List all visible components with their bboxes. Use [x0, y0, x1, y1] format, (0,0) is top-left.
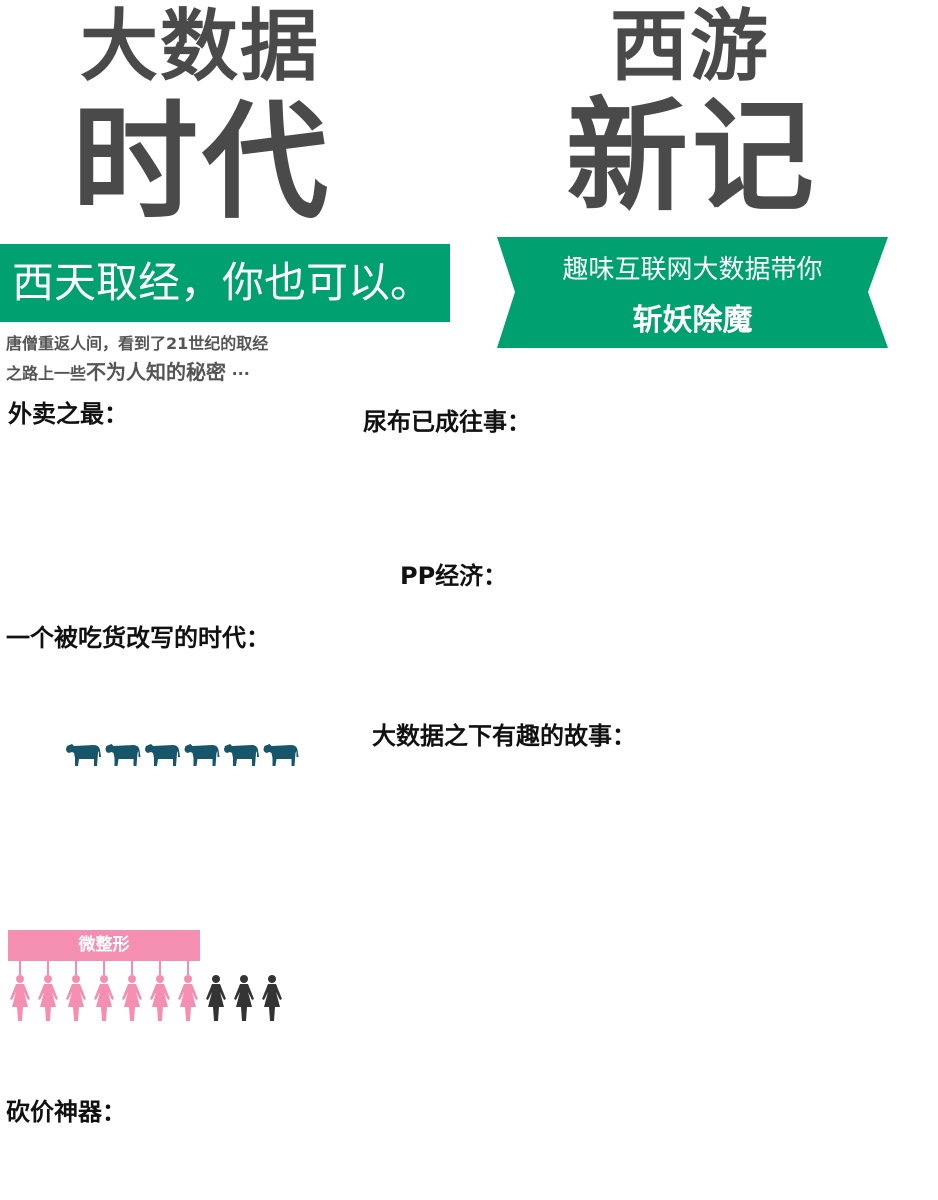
woman-icon [206, 975, 226, 1021]
woman-icon-highlighted [94, 961, 114, 1021]
title-left-line1: 大数据 [80, 2, 321, 92]
subtext: 唐僧重返人间，看到了21世纪的取经 之路上一些不为人知的秘密 ··· [6, 330, 268, 388]
cow-icon [105, 744, 141, 766]
section-heading-kanjia: 砍价神器： [6, 1098, 126, 1126]
cow-icon [224, 744, 259, 766]
section-heading-story: 大数据之下有趣的故事： [372, 722, 636, 750]
women-pictogram-row [10, 961, 282, 1021]
subtext-part3: 不为人知的秘密 [86, 360, 227, 384]
woman-icon-highlighted [178, 961, 198, 1021]
subtext-part2: 之路上一些 [6, 364, 87, 383]
woman-icon-highlighted [10, 961, 30, 1021]
woman-icon-highlighted [122, 961, 142, 1021]
title-right-line2: 新记 [566, 86, 818, 228]
section-heading-pp: PP经济： [400, 562, 508, 590]
title-right-line1: 西游 [610, 2, 771, 92]
subtext-part1: 唐僧重返人间，看到了21世纪的取经 [6, 334, 269, 353]
cow-pictogram-row [66, 744, 299, 766]
woman-icon-highlighted [38, 961, 58, 1021]
woman-icon [234, 975, 254, 1021]
banner-right: 趣味互联网大数据带你 斩妖除魔 [497, 237, 888, 348]
woman-icon-highlighted [150, 961, 170, 1021]
banner-right-line1: 趣味互联网大数据带你 [562, 255, 823, 285]
cow-icon [263, 744, 299, 766]
woman-icon [262, 975, 282, 1021]
title-left-line2: 时代 [72, 89, 332, 236]
section-heading-chihuo: 一个被吃货改写的时代： [6, 624, 270, 652]
cow-icon [66, 744, 101, 766]
subtext-part4: ··· [226, 364, 250, 383]
micro-surgery-label: 微整形 [8, 930, 200, 961]
section-heading-waimai: 外卖之最： [8, 400, 128, 428]
banner-left: 西天取经，你也可以。 [0, 244, 450, 322]
cow-icon [184, 744, 220, 766]
cow-icon [145, 744, 180, 766]
section-heading-niaobu: 尿布已成往事： [363, 408, 531, 436]
banner-right-line2: 斩妖除魔 [632, 303, 753, 338]
woman-icon-highlighted [66, 961, 86, 1021]
